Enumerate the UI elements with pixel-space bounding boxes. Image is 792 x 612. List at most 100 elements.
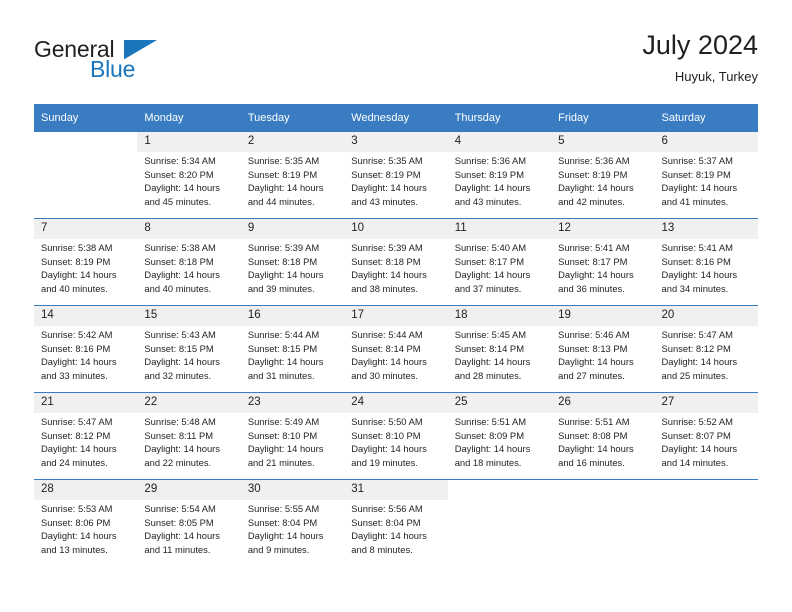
day-number-cell[interactable]: 15 — [137, 306, 241, 326]
day-detail-cell[interactable]: Sunrise: 5:41 AM Sunset: 8:17 PM Daylight:… — [551, 239, 655, 305]
day-detail-cell[interactable]: Sunrise: 5:36 AM Sunset: 8:19 PM Daylight:… — [551, 152, 655, 218]
day-detail-cell[interactable]: Sunrise: 5:51 AM Sunset: 8:08 PM Daylight:… — [551, 413, 655, 479]
day-detail-cell[interactable]: Sunrise: 5:35 AM Sunset: 8:19 PM Daylight:… — [344, 152, 448, 218]
day-detail-cell[interactable]: Sunrise: 5:38 AM Sunset: 8:18 PM Daylight:… — [137, 239, 241, 305]
day-detail-line: Sunset: 8:11 PM — [144, 429, 214, 441]
day-detail-cell[interactable]: Sunrise: 5:50 AM Sunset: 8:10 PM Daylight:… — [344, 413, 448, 479]
day-detail-line: and 40 minutes. — [41, 282, 108, 294]
page-title: July 2024 — [642, 30, 758, 60]
day-detail-cell[interactable]: Sunrise: 5:44 AM Sunset: 8:15 PM Daylight:… — [240, 326, 345, 392]
day-number-cell[interactable]: 6 — [654, 132, 758, 152]
day-detail-line: Daylight: 14 hours — [144, 269, 220, 281]
day-detail-cell[interactable]: Sunrise: 5:36 AM Sunset: 8:19 PM Daylight:… — [447, 152, 552, 218]
day-detail-line: Sunrise: 5:42 AM — [41, 329, 113, 340]
day-detail-line: Sunset: 8:16 PM — [661, 255, 731, 267]
day-detail-cell[interactable]: Sunrise: 5:48 AM Sunset: 8:11 PM Daylight:… — [137, 413, 241, 479]
day-detail-cell[interactable]: Sunrise: 5:47 AM Sunset: 8:12 PM Daylight:… — [34, 413, 138, 479]
day-detail-cell[interactable]: Sunrise: 5:45 AM Sunset: 8:14 PM Daylight:… — [447, 326, 552, 392]
day-detail-line: Sunrise: 5:41 AM — [661, 242, 733, 253]
day-number-cell[interactable]: 16 — [240, 306, 345, 326]
day-number-cell[interactable]: 11 — [447, 219, 552, 239]
day-detail-cell[interactable]: Sunrise: 5:38 AM Sunset: 8:19 PM Daylight:… — [34, 239, 138, 305]
empty-day-detail-cell — [447, 500, 552, 566]
weekday-header-friday: Friday — [551, 104, 655, 132]
day-number-cell[interactable]: 25 — [447, 393, 552, 413]
day-detail-cell[interactable]: Sunrise: 5:49 AM Sunset: 8:10 PM Daylight:… — [240, 413, 345, 479]
day-detail-cell[interactable]: Sunrise: 5:53 AM Sunset: 8:06 PM Daylight:… — [34, 500, 138, 566]
day-detail-cell[interactable]: Sunrise: 5:41 AM Sunset: 8:16 PM Daylight:… — [654, 239, 758, 305]
day-detail-line: Daylight: 14 hours — [661, 269, 738, 281]
day-number-cell[interactable]: 3 — [344, 132, 448, 152]
day-number-cell[interactable]: 18 — [447, 306, 552, 326]
day-detail-line: Sunset: 8:18 PM — [351, 255, 421, 267]
day-number-row: 7 8 9 10 11 12 13 — [34, 219, 758, 239]
day-detail-line: Daylight: 14 hours — [247, 530, 324, 542]
day-detail-line: Daylight: 14 hours — [41, 443, 117, 455]
day-detail-line: Sunset: 8:12 PM — [41, 429, 111, 441]
day-number-cell[interactable]: 24 — [344, 393, 448, 413]
day-detail-line: Sunrise: 5:48 AM — [144, 416, 216, 427]
day-number-cell[interactable]: 12 — [551, 219, 655, 239]
day-number-cell[interactable]: 8 — [137, 219, 241, 239]
day-detail-cell[interactable]: Sunrise: 5:37 AM Sunset: 8:19 PM Daylight:… — [654, 152, 758, 218]
day-number-cell[interactable]: 5 — [551, 132, 655, 152]
day-number-cell[interactable]: 2 — [240, 132, 345, 152]
day-detail-cell[interactable]: Sunrise: 5:39 AM Sunset: 8:18 PM Daylight:… — [240, 239, 345, 305]
day-number-cell[interactable]: 26 — [551, 393, 655, 413]
day-detail-cell[interactable]: Sunrise: 5:55 AM Sunset: 8:04 PM Daylight:… — [240, 500, 345, 566]
weekday-header-tuesday: Tuesday — [240, 104, 345, 132]
empty-day-detail-cell — [34, 152, 138, 218]
day-number-cell[interactable]: 17 — [344, 306, 448, 326]
day-number-cell[interactable]: 4 — [447, 132, 552, 152]
day-number-cell[interactable]: 27 — [654, 393, 758, 413]
weekday-header-sunday: Sunday — [34, 104, 138, 132]
day-detail-cell[interactable]: Sunrise: 5:44 AM Sunset: 8:14 PM Daylight:… — [344, 326, 448, 392]
day-detail-line: Sunrise: 5:51 AM — [454, 416, 527, 427]
day-detail-line: and 43 minutes. — [351, 195, 418, 207]
day-detail-cell[interactable]: Sunrise: 5:52 AM Sunset: 8:07 PM Daylight:… — [654, 413, 758, 479]
day-number-cell[interactable]: 10 — [344, 219, 448, 239]
day-number-cell[interactable]: 14 — [34, 306, 138, 326]
day-number-cell[interactable]: 23 — [240, 393, 345, 413]
day-detail-line: Daylight: 14 hours — [144, 530, 220, 542]
day-detail-line: Sunset: 8:19 PM — [351, 168, 421, 180]
day-number-cell[interactable]: 29 — [137, 480, 241, 500]
day-detail-line: Daylight: 14 hours — [558, 443, 634, 455]
day-number-cell[interactable]: 28 — [34, 480, 138, 500]
day-detail-line: Sunset: 8:12 PM — [661, 342, 731, 354]
day-detail-line: Sunset: 8:04 PM — [351, 516, 421, 528]
day-detail-cell[interactable]: Sunrise: 5:39 AM Sunset: 8:18 PM Daylight:… — [344, 239, 448, 305]
weekday-header-thursday: Thursday — [447, 104, 552, 132]
day-detail-cell[interactable]: Sunrise: 5:56 AM Sunset: 8:04 PM Daylight:… — [344, 500, 448, 566]
day-detail-cell[interactable]: Sunrise: 5:43 AM Sunset: 8:15 PM Daylight:… — [137, 326, 241, 392]
day-number-cell[interactable]: 7 — [34, 219, 138, 239]
day-detail-line: Sunset: 8:19 PM — [247, 168, 318, 180]
day-detail-cell[interactable]: Sunrise: 5:54 AM Sunset: 8:05 PM Daylight:… — [137, 500, 241, 566]
day-number-cell[interactable]: 9 — [240, 219, 345, 239]
general-blue-logo[interactable]: General Blue — [34, 28, 214, 84]
day-number-cell[interactable]: 21 — [34, 393, 138, 413]
day-number-cell[interactable]: 1 — [137, 132, 241, 152]
day-number-cell[interactable]: 20 — [654, 306, 758, 326]
day-detail-cell[interactable]: Sunrise: 5:35 AM Sunset: 8:19 PM Daylight:… — [240, 152, 345, 218]
day-detail-cell[interactable]: Sunrise: 5:51 AM Sunset: 8:09 PM Daylight:… — [447, 413, 552, 479]
day-number-cell[interactable]: 13 — [654, 219, 758, 239]
day-number-cell[interactable]: 19 — [551, 306, 655, 326]
day-number-cell[interactable]: 31 — [344, 480, 448, 500]
day-number-cell[interactable]: 22 — [137, 393, 241, 413]
day-detail-line: Daylight: 14 hours — [247, 443, 324, 455]
day-detail-line: Sunset: 8:20 PM — [144, 168, 214, 180]
day-detail-cell[interactable]: Sunrise: 5:34 AM Sunset: 8:20 PM Daylight:… — [137, 152, 241, 218]
day-detail-cell[interactable]: Sunrise: 5:40 AM Sunset: 8:17 PM Daylight:… — [447, 239, 552, 305]
day-detail-line: and 32 minutes. — [144, 369, 212, 381]
day-detail-line: Sunrise: 5:47 AM — [661, 329, 733, 340]
day-detail-line: and 16 minutes. — [558, 456, 625, 468]
day-detail-cell[interactable]: Sunrise: 5:42 AM Sunset: 8:16 PM Daylight:… — [34, 326, 138, 392]
day-number-cell[interactable]: 30 — [240, 480, 345, 500]
day-detail-line: and 41 minutes. — [661, 195, 729, 207]
day-detail-cell[interactable]: Sunrise: 5:46 AM Sunset: 8:13 PM Daylight:… — [551, 326, 655, 392]
day-detail-line: Sunrise: 5:43 AM — [144, 329, 216, 340]
day-detail-cell[interactable]: Sunrise: 5:47 AM Sunset: 8:12 PM Daylight:… — [654, 326, 758, 392]
day-detail-line: and 22 minutes. — [144, 456, 212, 468]
day-detail-line: Sunrise: 5:54 AM — [144, 503, 216, 514]
